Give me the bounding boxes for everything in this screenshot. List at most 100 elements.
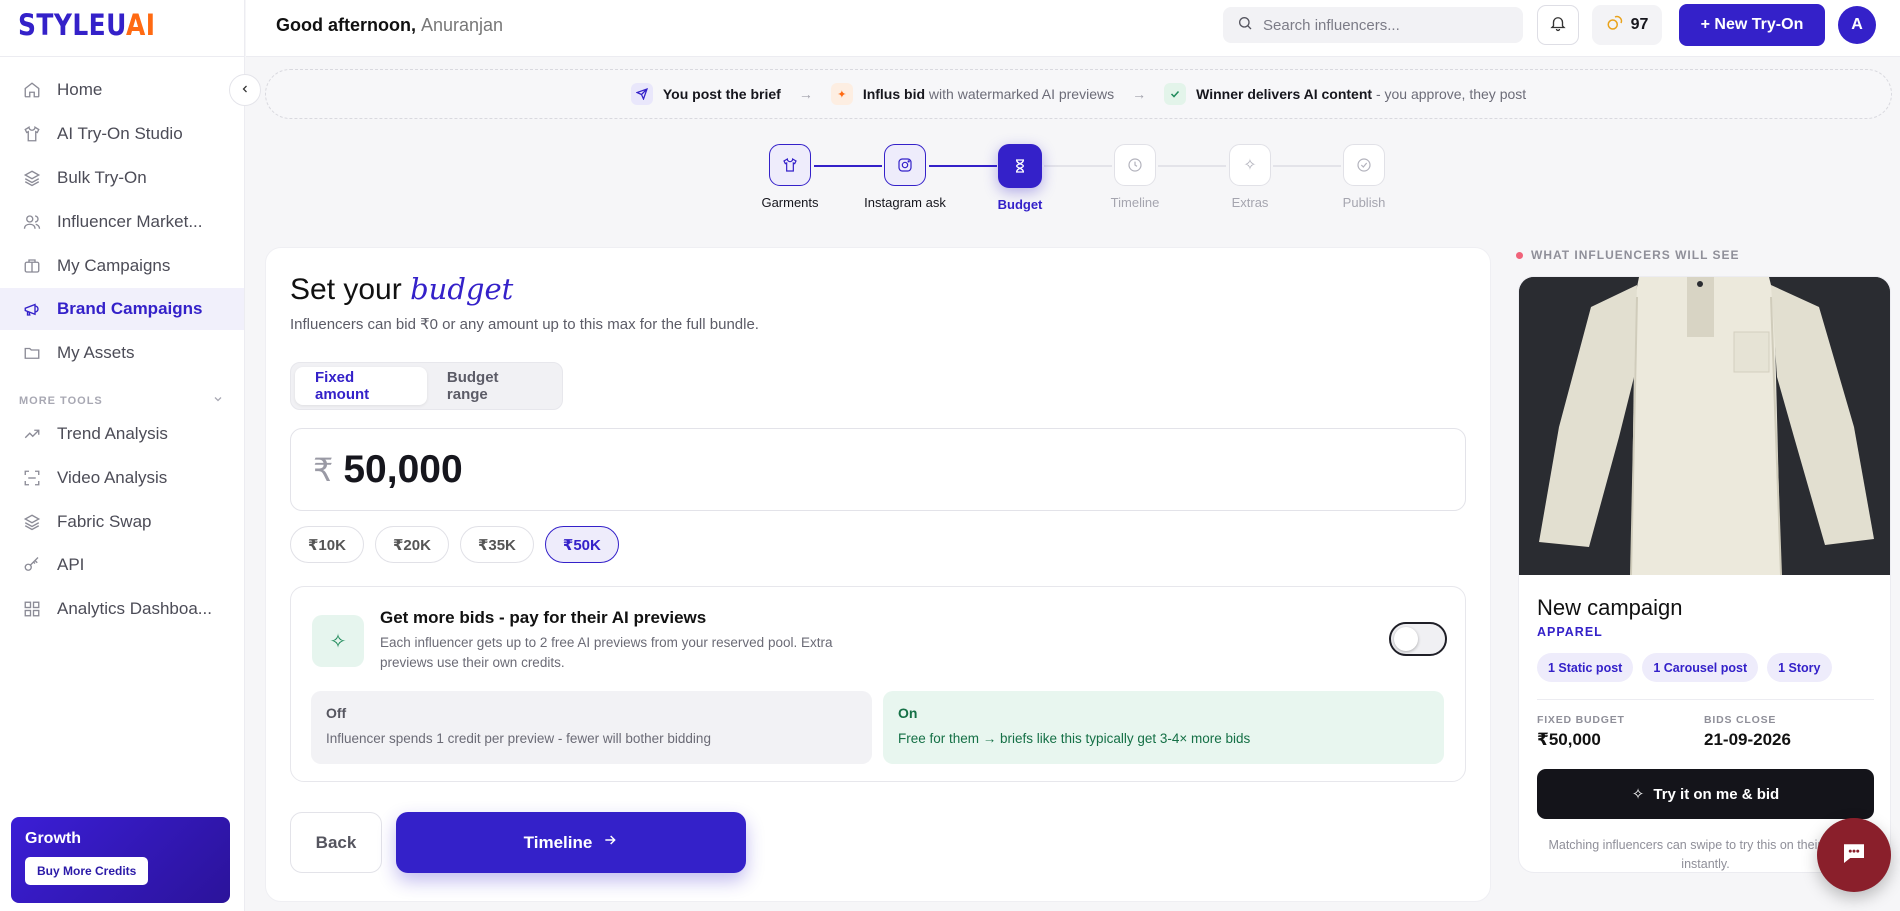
deliverable-tags: 1 Static post 1 Carousel post 1 Story (1537, 653, 1832, 682)
step-label: Extras (1231, 195, 1269, 210)
budget-amount-input[interactable]: ₹ 50,000 (290, 428, 1466, 511)
step-instagram-ask[interactable]: Instagram ask (840, 144, 970, 210)
budget-range-option[interactable]: Budget range (427, 367, 558, 405)
sidebar-item-label: AI Try-On Studio (57, 124, 183, 143)
sidebar-item-brand-campaigns[interactable]: Brand Campaigns (0, 288, 244, 330)
sidebar-item-label: Fabric Swap (57, 512, 152, 531)
page-subtitle: Influencers can bid ₹0 or any amount up … (290, 316, 759, 333)
step-label: Timeline (1110, 195, 1160, 210)
budget-presets: ₹10K ₹20K ₹35K ₹50K (290, 526, 619, 563)
buy-more-credits-button[interactable]: Buy More Credits (25, 857, 149, 885)
sidebar-item-home[interactable]: Home (0, 69, 244, 111)
briefcase-icon (21, 255, 43, 277)
meta-key: FIXED BUDGET (1537, 714, 1625, 726)
instagram-icon (884, 144, 926, 186)
scan-icon (21, 467, 43, 489)
budget-mode-toggle: Fixed amount Budget range (290, 362, 563, 410)
sidebar-item-label: My Campaigns (57, 256, 171, 275)
step-label: Garments (761, 195, 819, 210)
sidebar-item-video-analysis[interactable]: Video Analysis (0, 457, 244, 499)
users-icon (21, 211, 43, 233)
greeting-text: Good afternoon, (276, 15, 416, 35)
step-label: Budget (997, 197, 1043, 212)
step-extras[interactable]: ✧ Extras (1185, 144, 1315, 210)
clock-icon (1114, 144, 1156, 186)
sidebar-item-analytics-dashboard[interactable]: Analytics Dashboa... (0, 588, 244, 630)
sidebar-item-label: API (57, 555, 85, 574)
button-label: Try it on me & bid (1653, 785, 1780, 803)
sidebar: STYLEUAI Home AI Try-On Studio Bulk Try-… (0, 0, 245, 911)
search-bar[interactable] (1223, 7, 1523, 43)
sidebar-item-label: My Assets (57, 343, 135, 362)
chat-bubble-icon (1839, 838, 1869, 873)
credits-counter[interactable]: 97 (1592, 5, 1662, 45)
sidebar-item-api[interactable]: API (0, 544, 244, 586)
preset-chip[interactable]: ₹10K (290, 526, 364, 563)
trending-up-icon (21, 423, 43, 445)
bell-icon (1549, 14, 1567, 37)
meta-value: 21-09-2026 (1704, 730, 1791, 749)
meta-key: BIDS CLOSE (1704, 714, 1777, 726)
layers-icon (21, 511, 43, 533)
title-text: Set your (290, 273, 402, 306)
sidebar-item-fabric-swap[interactable]: Fabric Swap (0, 501, 244, 543)
new-try-on-button[interactable]: + New Try-On (1679, 4, 1825, 46)
next-timeline-button[interactable]: Timeline (396, 812, 746, 873)
layers-icon (21, 167, 43, 189)
search-icon (1237, 15, 1253, 36)
step-timeline[interactable]: Timeline (1070, 144, 1200, 210)
more-tools-section[interactable]: MORE TOOLS (19, 393, 224, 408)
sidebar-item-my-assets[interactable]: My Assets (0, 332, 244, 374)
preview-label-text: WHAT INFLUENCERS WILL SEE (1531, 248, 1740, 262)
sparkle-icon: ✦ (830, 83, 853, 105)
shirt-icon (21, 123, 43, 145)
option-on-card[interactable]: On Free for them → briefs like this typi… (883, 691, 1444, 764)
amount-value[interactable]: 50,000 (343, 448, 462, 492)
section-label: MORE TOOLS (19, 394, 103, 407)
option-off-card[interactable]: Off Influencer spends 1 credit per previ… (311, 691, 872, 764)
arrow-icon: → (798, 86, 813, 102)
try-it-on-me-button[interactable]: ✧ Try it on me & bid (1537, 769, 1874, 819)
top-header: Good afternoon, Anuranjan 97 + New Try-O… (246, 0, 1900, 57)
home-icon (21, 79, 43, 101)
notifications-button[interactable] (1537, 5, 1579, 45)
sidebar-item-influencer-market[interactable]: Influencer Market... (0, 201, 244, 243)
panel-description: Each influencer gets up to 2 free AI pre… (380, 635, 833, 670)
grid-icon (21, 598, 43, 620)
meta-value: ₹50,000 (1537, 730, 1601, 749)
fixed-budget-meta: FIXED BUDGET ₹50,000 (1537, 714, 1625, 750)
preset-chip[interactable]: ₹35K (459, 526, 534, 563)
growth-plan-card: Growth Buy More Credits (11, 817, 230, 903)
search-input[interactable] (1263, 16, 1503, 34)
chat-support-button[interactable] (1817, 818, 1891, 892)
folder-icon (21, 342, 43, 364)
button-label: Timeline (523, 832, 593, 852)
fixed-amount-option[interactable]: Fixed amount (295, 367, 427, 405)
sidebar-item-my-campaigns[interactable]: My Campaigns (0, 245, 244, 287)
sidebar-item-bulk-try-on[interactable]: Bulk Try-On (0, 157, 244, 199)
collapse-sidebar-button[interactable] (229, 74, 261, 106)
garment-image (1519, 277, 1890, 576)
step-publish[interactable]: Publish (1299, 144, 1429, 210)
step-garments[interactable]: Garments (725, 144, 855, 210)
sidebar-item-ai-try-on-studio[interactable]: AI Try-On Studio (0, 113, 244, 155)
sidebar-item-trend-analysis[interactable]: Trend Analysis (0, 413, 244, 455)
user-name: Anuranjan (421, 15, 504, 35)
campaign-category: APPAREL (1537, 625, 1603, 639)
brand-logo[interactable]: STYLEUAI (18, 8, 155, 42)
pay-previews-toggle[interactable] (1389, 622, 1447, 656)
avatar[interactable]: A (1838, 6, 1876, 44)
sidebar-item-label: Video Analysis (57, 468, 168, 487)
deliverable-tag: 1 Carousel post (1642, 653, 1759, 682)
preset-chip[interactable]: ₹20K (374, 526, 449, 563)
flow-step-bid: ✦ Influs bid with watermarked AI preview… (830, 83, 1114, 105)
back-button[interactable]: Back (290, 812, 382, 873)
hourglass-icon (998, 144, 1042, 188)
option-title: Off (326, 705, 347, 721)
megaphone-icon (21, 298, 43, 320)
flow-step-title: You post the brief (662, 86, 781, 102)
preset-chip-selected[interactable]: ₹50K (544, 526, 619, 563)
shirt-icon (769, 144, 811, 186)
check-circle-icon (1343, 144, 1385, 186)
step-budget[interactable]: Budget (955, 144, 1085, 212)
